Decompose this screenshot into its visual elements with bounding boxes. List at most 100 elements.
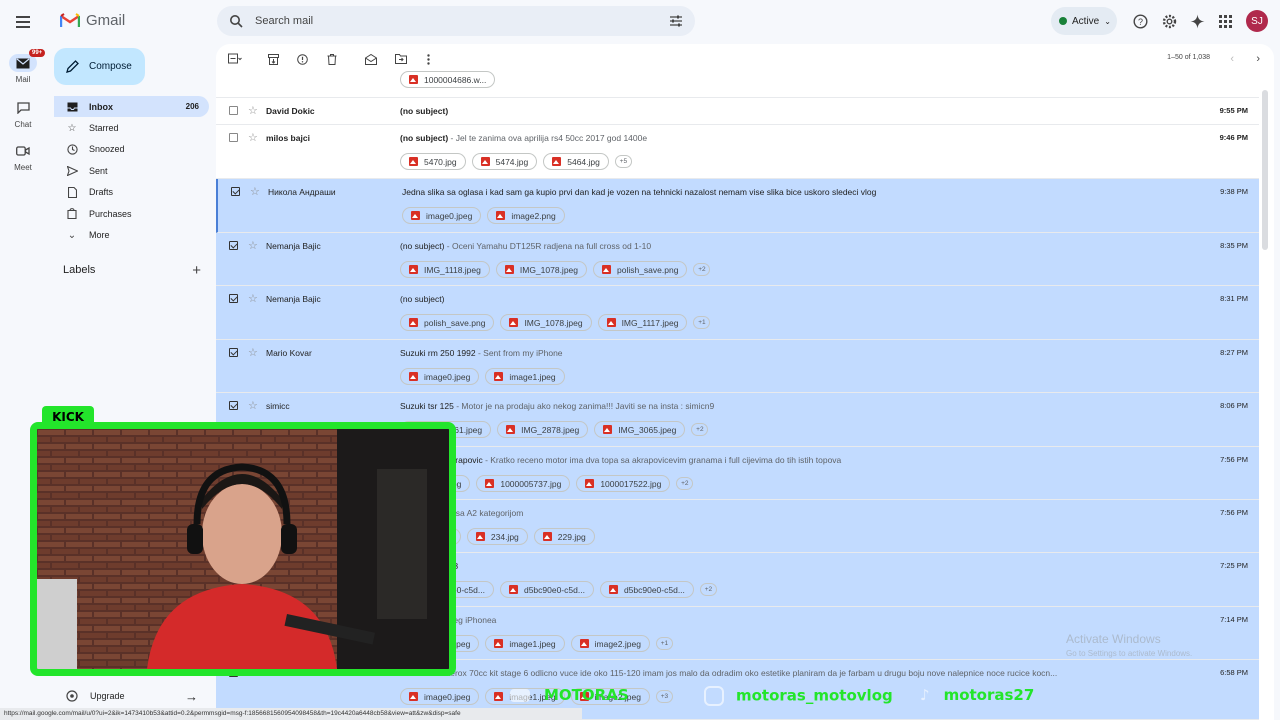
email-row[interactable]: ☆ David Dokic (no subject) 9:55 PM (216, 98, 1259, 125)
status-selector[interactable]: Active ⌄ (1051, 7, 1117, 35)
attachment-chip[interactable]: image1.jpeg (485, 368, 565, 385)
star-toggle-icon[interactable]: ☆ (248, 239, 258, 252)
image-file-icon (579, 639, 589, 648)
attachment-chip[interactable]: polish_save.png (593, 261, 688, 278)
attachment-name: IMG_1078.jpeg (519, 264, 578, 275)
more-attachments-badge[interactable]: +1 (693, 316, 711, 329)
attachment-chip[interactable]: image1.jpeg (485, 635, 565, 652)
upgrade-link[interactable]: Upgrade → (66, 689, 200, 704)
more-attachments-badge[interactable]: +2 (693, 263, 711, 276)
email-row-partial[interactable]: 1000004686.w... (216, 71, 1259, 98)
attachment-chip[interactable]: IMG_2878.jpeg (497, 421, 589, 438)
nav-starred[interactable]: ☆ Starred (54, 117, 209, 138)
email-select-checkbox[interactable] (229, 106, 238, 115)
email-select-checkbox[interactable] (229, 241, 238, 250)
webcam-overlay (30, 422, 456, 676)
main-menu-icon[interactable] (12, 11, 34, 33)
attachment-chip[interactable]: 5470.jpg (400, 153, 466, 170)
email-select-checkbox[interactable] (231, 187, 240, 196)
add-label-icon[interactable]: + (192, 262, 201, 279)
nav-snoozed[interactable]: Snoozed (54, 139, 209, 160)
attachment-chip[interactable]: 1000005737.jpg (476, 475, 571, 492)
attachment-name: IMG_2878.jpeg (521, 424, 580, 435)
more-attachments-badge[interactable]: +1 (655, 637, 673, 650)
email-select-checkbox[interactable] (229, 133, 238, 142)
star-toggle-icon[interactable]: ☆ (248, 104, 258, 117)
attachment-chip[interactable]: IMG_1117.jpeg (597, 314, 688, 331)
gmail-logo[interactable]: Gmail (60, 12, 125, 29)
email-select-checkbox[interactable] (229, 348, 238, 357)
attachment-chip[interactable]: d5bc90e0-c5d... (599, 581, 694, 598)
more-attachments-badge[interactable]: +3 (655, 690, 673, 703)
attachment-chip[interactable]: 5464.jpg (543, 153, 609, 170)
search-input[interactable]: Search mail (255, 15, 313, 27)
settings-gear-icon[interactable] (1160, 12, 1178, 30)
delete-icon[interactable] (325, 52, 339, 66)
more-attachments-badge[interactable]: +2 (676, 477, 694, 490)
attachment-chip[interactable]: 1000017522.jpg (576, 475, 671, 492)
email-row[interactable]: ☆ Mario Kovar Suzuki rm 250 1992 - Sent fr… (216, 340, 1259, 393)
next-page-icon[interactable]: › (1256, 53, 1260, 65)
email-row[interactable]: ☆ milos bajci (no subject) - Jel te zanima… (216, 125, 1259, 179)
rail-mail[interactable]: 99+ Mail (0, 49, 46, 84)
list-scrollbar[interactable] (1262, 90, 1268, 250)
mark-as-read-icon[interactable] (364, 52, 378, 66)
status-bar-url: https://mail.google.com/mail/u/0?ui=2&ik… (0, 708, 582, 720)
attachment-chip[interactable]: IMG_1078.jpeg (500, 314, 592, 331)
star-toggle-icon[interactable]: ☆ (248, 399, 258, 412)
select-all-checkbox[interactable] (228, 52, 242, 66)
attachment-chip[interactable]: image2.jpeg (570, 635, 650, 652)
gemini-sparkle-icon[interactable] (1188, 12, 1206, 30)
star-toggle-icon[interactable]: ☆ (248, 292, 258, 305)
search-bar[interactable]: Search mail (217, 6, 695, 36)
more-attachments-badge[interactable]: +5 (614, 155, 632, 168)
attachment-chip[interactable]: 234.jpg (466, 528, 528, 545)
star-toggle-icon[interactable]: ☆ (250, 185, 260, 198)
attachment-chip[interactable]: 5474.jpg (471, 153, 538, 170)
report-spam-icon[interactable] (295, 52, 309, 66)
rail-chat[interactable]: Chat (0, 99, 46, 129)
archive-icon[interactable] (266, 52, 280, 66)
email-select-checkbox[interactable] (229, 401, 238, 410)
image-file-icon (603, 425, 613, 434)
attachment-name: polish_save.png (424, 317, 486, 328)
compose-button[interactable]: Compose (54, 48, 145, 85)
search-options-icon[interactable] (669, 14, 683, 28)
nav-purchases[interactable]: Purchases (54, 203, 209, 224)
email-subject: Jedna slika sa oglasa i kad sam ga kupio… (402, 187, 877, 197)
attachment-chip[interactable]: image0.jpeg (400, 368, 480, 385)
attachment-chip[interactable]: 229.jpg (533, 528, 595, 545)
rail-meet[interactable]: Meet (0, 142, 46, 172)
previous-page-icon[interactable]: ‹ (1230, 53, 1234, 65)
email-select-checkbox[interactable] (229, 294, 238, 303)
attachment-chip[interactable]: IMG_1078.jpeg (495, 261, 587, 278)
attachment-chip[interactable]: 1000004686.w... (400, 71, 496, 88)
apps-grid-icon[interactable] (1216, 12, 1234, 30)
nav-drafts[interactable]: Drafts (54, 182, 209, 203)
star-toggle-icon[interactable]: ☆ (248, 346, 258, 359)
instagram-handle-text: motoras_motovlog (736, 686, 893, 705)
nav-more[interactable]: ⌄ More (54, 224, 209, 245)
attachment-chip[interactable]: image0.jpeg (400, 688, 480, 705)
email-row[interactable]: ☆ Никола Андраши Jedna slika sa oglasa i k… (216, 179, 1259, 233)
attachment-chip[interactable]: IMG_3065.jpeg (594, 421, 686, 438)
more-options-icon[interactable] (421, 52, 435, 66)
attachment-chip[interactable]: image0.jpeg (402, 207, 482, 224)
move-to-icon[interactable] (394, 52, 408, 66)
account-avatar[interactable]: SJ (1246, 10, 1268, 32)
attachment-chip[interactable]: image2.png (487, 207, 565, 224)
search-icon[interactable] (229, 14, 243, 28)
star-toggle-icon[interactable]: ☆ (248, 131, 258, 144)
help-icon[interactable]: ? (1131, 12, 1149, 30)
email-row[interactable]: ☆ Nemanja Bajic (no subject) - Oceni Yamah… (216, 233, 1259, 286)
nav-inbox[interactable]: Inbox 206 (54, 96, 209, 118)
email-time: 9:46 PM (1219, 133, 1248, 142)
more-attachments-badge[interactable]: +2 (699, 583, 717, 596)
attachment-chip[interactable]: d5bc90e0-c5d... (499, 581, 594, 598)
attachment-chip[interactable]: polish_save.png (400, 314, 495, 331)
more-attachments-badge[interactable]: +2 (691, 423, 709, 436)
image-file-icon (509, 318, 519, 327)
nav-sent[interactable]: Sent (54, 160, 209, 181)
attachment-chip[interactable]: IMG_1118.jpeg (400, 261, 490, 278)
email-row[interactable]: ☆ Nemanja Bajic (no subject) 8:31 PM polish_… (216, 286, 1259, 340)
